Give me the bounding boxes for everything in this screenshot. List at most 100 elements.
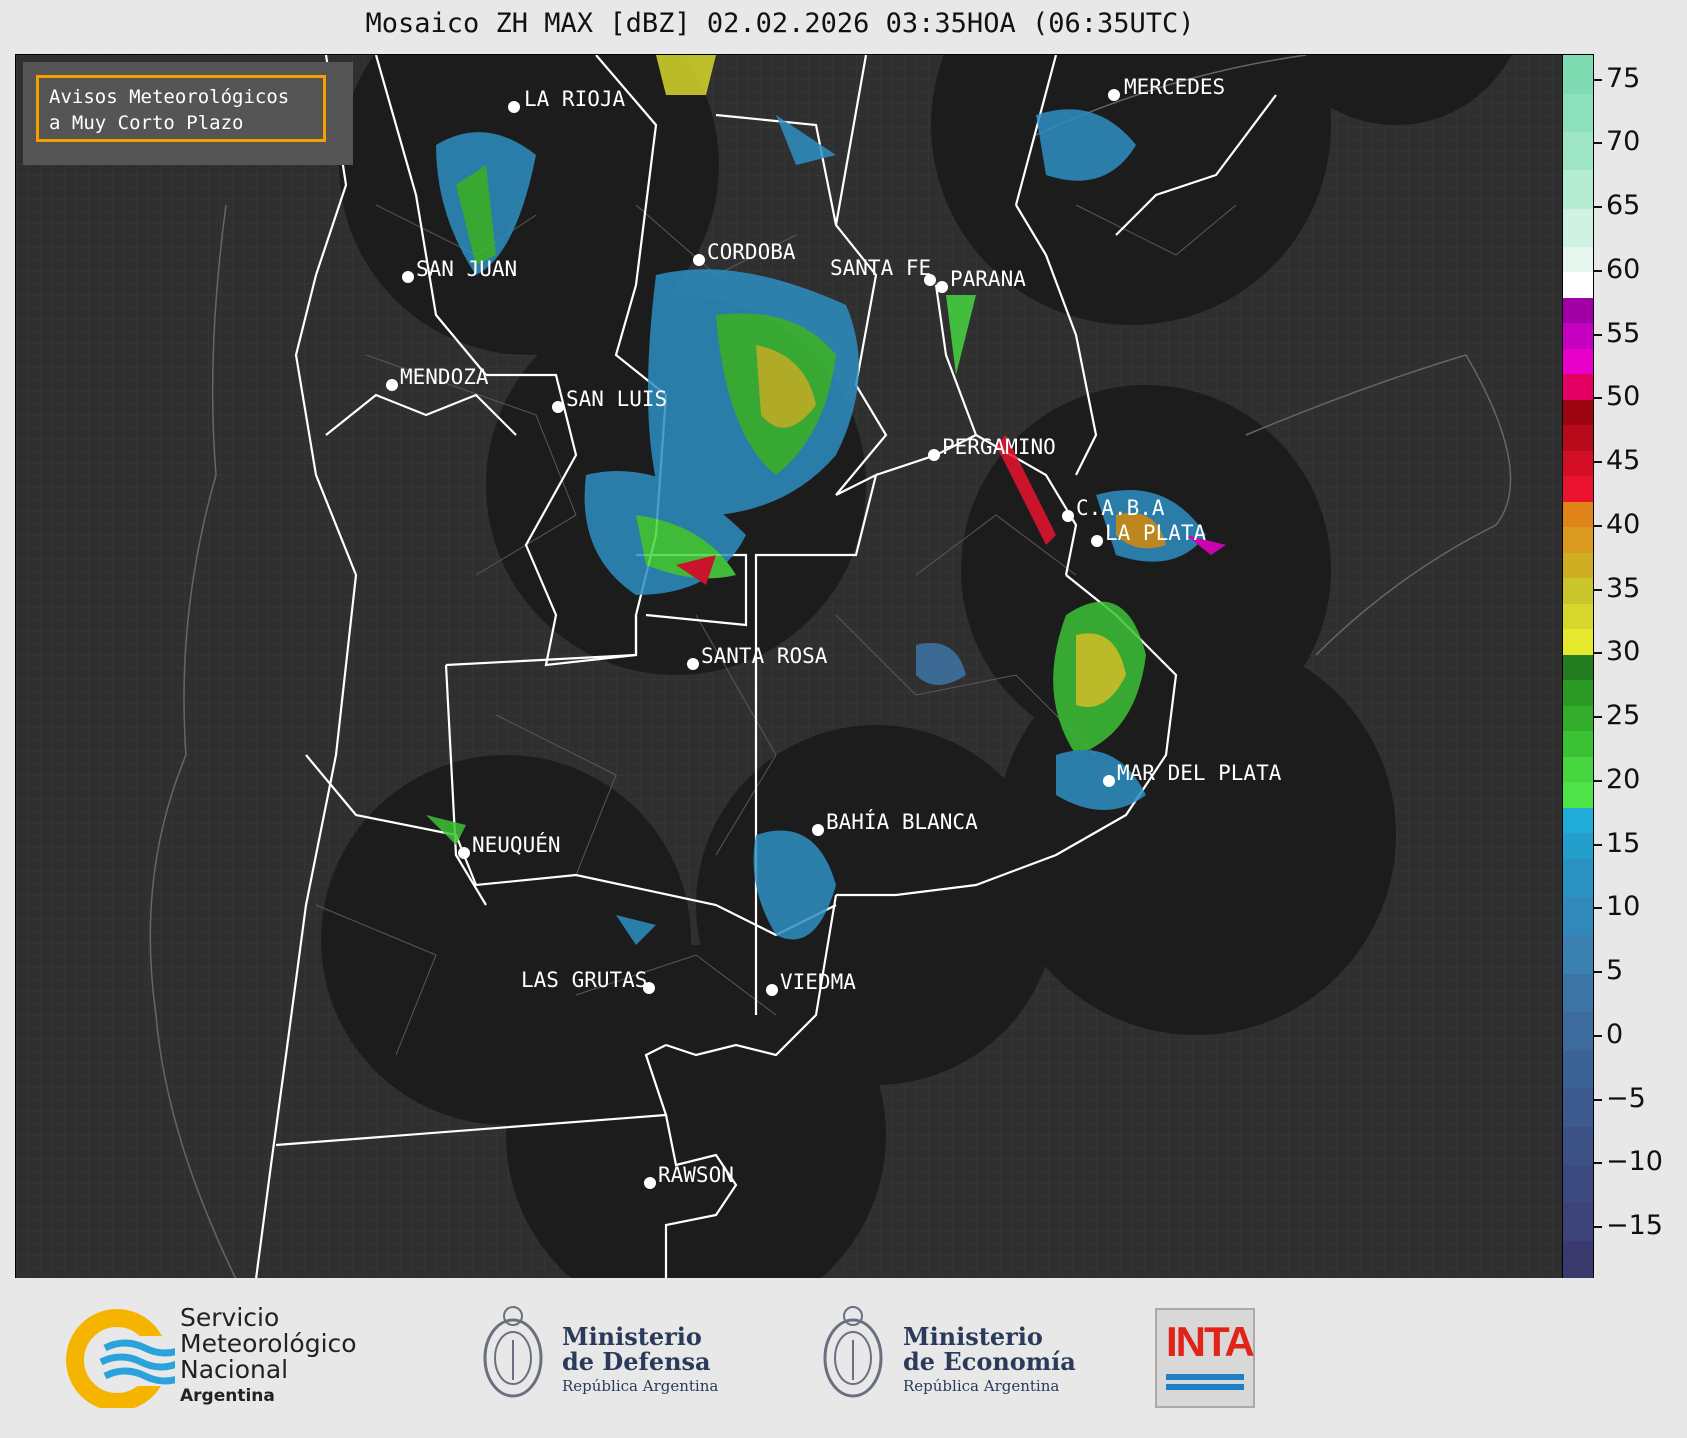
city-label: CORDOBA bbox=[707, 240, 796, 264]
colorbar-tick bbox=[1594, 779, 1602, 782]
colorbar-tick-label: 55 bbox=[1606, 317, 1641, 349]
city-dot bbox=[766, 984, 778, 996]
city-dot bbox=[928, 449, 940, 461]
colorbar-band bbox=[1563, 297, 1593, 324]
colorbar-tick bbox=[1594, 206, 1602, 208]
colorbar-tick-label: 45 bbox=[1606, 445, 1641, 476]
city-label: SAN JUAN bbox=[416, 257, 518, 281]
city-label: SANTA ROSA bbox=[701, 644, 828, 668]
colorbar-tick bbox=[1594, 588, 1602, 591]
colorbar-band bbox=[1563, 934, 1593, 974]
colorbar-tick bbox=[1594, 269, 1602, 272]
colorbar-band bbox=[1563, 781, 1593, 808]
colorbar-tick-label: 25 bbox=[1606, 700, 1641, 731]
colorbar-band bbox=[1563, 679, 1593, 706]
smn-line3: Nacional bbox=[180, 1355, 289, 1384]
colorbar-band bbox=[1563, 577, 1593, 604]
colorbar-band bbox=[1563, 705, 1593, 732]
city-dot bbox=[552, 401, 564, 413]
colorbar-tick bbox=[1594, 907, 1602, 910]
city-label: RAWSON bbox=[658, 1163, 734, 1187]
city-dot bbox=[936, 281, 948, 293]
colorbar-band bbox=[1563, 208, 1593, 247]
colorbar-tick-label: 10 bbox=[1606, 891, 1641, 923]
colorbar-band bbox=[1563, 654, 1593, 681]
colorbar-band bbox=[1563, 807, 1593, 834]
colorbar-band bbox=[1563, 1126, 1593, 1165]
colorbar-band bbox=[1563, 628, 1593, 655]
colorbar-band bbox=[1563, 271, 1593, 298]
colorbar-band bbox=[1563, 1087, 1593, 1127]
colorbar-tick bbox=[1594, 1098, 1602, 1101]
colorbar-band bbox=[1563, 858, 1593, 897]
colorbar-tick bbox=[1594, 524, 1602, 527]
colorbar-tick-label: −10 bbox=[1606, 1146, 1663, 1178]
colorbar-tick-label: 30 bbox=[1606, 636, 1641, 668]
colorbar-tick-label: 75 bbox=[1606, 62, 1641, 94]
radar-map[interactable]: Avisos Meteorológicos a Muy Corto Plazo … bbox=[15, 54, 1564, 1280]
colorbar-tick bbox=[1594, 397, 1602, 400]
colorbar-band bbox=[1563, 450, 1593, 477]
colorbar-tick bbox=[1594, 843, 1602, 846]
colorbar-band bbox=[1563, 93, 1593, 132]
colorbar-tick bbox=[1594, 78, 1602, 81]
defensa-line1: Ministerio bbox=[562, 1322, 702, 1351]
colorbar-band bbox=[1563, 832, 1593, 859]
smn-name: Servicio Meteorológico Nacional Argentin… bbox=[180, 1305, 357, 1409]
city-label: LA PLATA bbox=[1105, 521, 1207, 545]
city-dot bbox=[644, 1177, 656, 1189]
colorbar-tick-label: −15 bbox=[1606, 1210, 1663, 1241]
city-label: SANTA FE bbox=[830, 256, 932, 280]
city-dot bbox=[386, 379, 398, 391]
colorbar-tick-label: −5 bbox=[1606, 1082, 1646, 1114]
city-label: PARANA bbox=[950, 267, 1026, 291]
colorbar-band bbox=[1563, 973, 1593, 1012]
colorbar-tick-label: 50 bbox=[1606, 381, 1641, 413]
short-term-warnings-box[interactable]: Avisos Meteorológicos a Muy Corto Plazo bbox=[23, 62, 353, 165]
economia-sub: República Argentina bbox=[903, 1377, 1060, 1395]
city-dot bbox=[1062, 510, 1074, 522]
defensa-name: Ministerio de Defensa República Argentin… bbox=[562, 1324, 718, 1399]
colorbar-band bbox=[1563, 424, 1593, 451]
city-dot bbox=[402, 271, 414, 283]
argentina-seal-icon bbox=[823, 1306, 883, 1398]
colorbar-band bbox=[1563, 169, 1593, 209]
city-label: PERGAMINO bbox=[942, 435, 1056, 459]
city-dot bbox=[687, 658, 699, 670]
defensa-line2: de Defensa bbox=[562, 1347, 711, 1376]
city-label: NEUQUÉN bbox=[472, 833, 561, 857]
economia-seal bbox=[818, 1296, 888, 1418]
smn-line1: Servicio bbox=[180, 1303, 280, 1332]
economia-line2: de Economía bbox=[903, 1347, 1076, 1376]
smn-line2: Meteorológico bbox=[180, 1329, 357, 1358]
city-label: VIEDMA bbox=[780, 970, 856, 994]
colorbar-tick-label: 35 bbox=[1606, 572, 1641, 604]
colorbar-tick bbox=[1594, 716, 1602, 718]
colorbar-tick bbox=[1594, 461, 1602, 463]
colorbar-band bbox=[1563, 131, 1593, 171]
colorbar-tick bbox=[1594, 652, 1602, 655]
colorbar-band bbox=[1563, 55, 1593, 94]
short-term-warnings-label: Avisos Meteorológicos a Muy Corto Plazo bbox=[36, 75, 326, 142]
colorbar-band bbox=[1563, 1164, 1593, 1203]
footer-logos: Servicio Meteorológico Nacional Argentin… bbox=[0, 1278, 1687, 1438]
colorbar-band bbox=[1563, 246, 1593, 273]
city-dot bbox=[812, 824, 824, 836]
city-dot bbox=[1091, 535, 1103, 547]
smn-country: Argentina bbox=[180, 1386, 275, 1406]
colorbar-tick bbox=[1594, 971, 1602, 973]
colorbar-tick-label: 20 bbox=[1606, 763, 1641, 795]
map-title: Mosaico ZH MAX [dBZ] 02.02.2026 03:35HOA… bbox=[365, 8, 1195, 39]
city-label: MENDOZA bbox=[400, 365, 489, 389]
colorbar-band bbox=[1563, 322, 1593, 349]
colorbar-tick bbox=[1594, 1162, 1602, 1165]
economia-line1: Ministerio bbox=[903, 1322, 1043, 1351]
colorbar-band bbox=[1563, 756, 1593, 783]
city-dot bbox=[693, 254, 705, 266]
colorbar-tick-label: 60 bbox=[1606, 253, 1641, 285]
colorbar-tick bbox=[1594, 142, 1602, 145]
city-label: LA RIOJA bbox=[524, 87, 626, 111]
colorbar-band bbox=[1563, 1011, 1593, 1050]
colorbar-band bbox=[1563, 1202, 1593, 1242]
city-label: MAR DEL PLATA bbox=[1117, 761, 1282, 785]
